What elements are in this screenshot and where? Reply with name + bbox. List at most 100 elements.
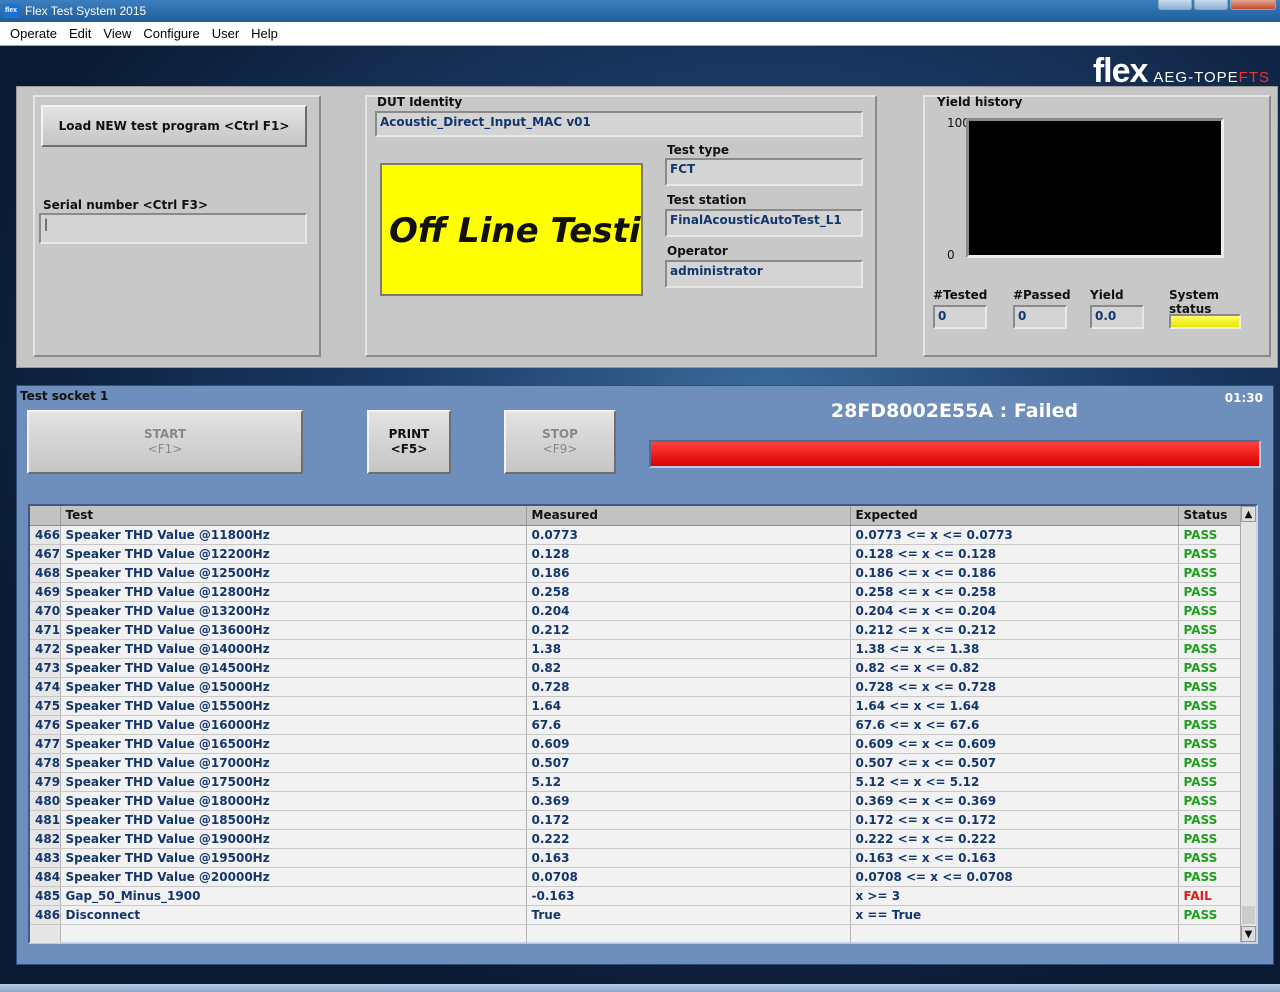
menu-edit[interactable]: Edit [63, 26, 97, 41]
table-row[interactable]: 484 Speaker THD Value @20000Hz 0.0708 0.070… [30, 867, 1243, 887]
minimize-button[interactable] [1158, 0, 1192, 10]
menu-operate[interactable]: Operate [4, 26, 63, 41]
row-measured: 0.128 [526, 544, 851, 564]
table-row[interactable]: 475 Speaker THD Value @15500Hz 1.64 1.64 <=… [30, 696, 1243, 716]
row-index: 475 [30, 696, 61, 716]
col-header-test[interactable]: Test [60, 506, 527, 526]
table-row[interactable]: 467 Speaker THD Value @12200Hz 0.128 0.128 … [30, 544, 1243, 564]
scroll-down-icon[interactable]: ▼ [1241, 926, 1256, 942]
row-measured: 0.728 [526, 677, 851, 697]
table-row[interactable]: 469 Speaker THD Value @12800Hz 0.258 0.258 … [30, 582, 1243, 602]
row-measured: 0.82 [526, 658, 851, 678]
row-index: 469 [30, 582, 61, 602]
table-row[interactable]: 479 Speaker THD Value @17500Hz 5.12 5.12 <=… [30, 772, 1243, 792]
empty-cell [526, 924, 851, 944]
row-expected: 0.163 <= x <= 0.163 [850, 848, 1179, 868]
menu-help[interactable]: Help [245, 26, 284, 41]
row-index: 473 [30, 658, 61, 678]
progress-fill [651, 442, 1259, 466]
start-button[interactable]: START <F1> [27, 410, 303, 474]
row-expected: 0.728 <= x <= 0.728 [850, 677, 1179, 697]
scroll-up-icon[interactable]: ▲ [1241, 506, 1256, 522]
empty-cell [60, 924, 527, 944]
table-row[interactable]: 473 Speaker THD Value @14500Hz 0.82 0.82 <=… [30, 658, 1243, 678]
row-index: 482 [30, 829, 61, 849]
table-row[interactable]: 478 Speaker THD Value @17000Hz 0.507 0.507 … [30, 753, 1243, 773]
row-expected: 0.172 <= x <= 0.172 [850, 810, 1179, 830]
row-expected: 1.38 <= x <= 1.38 [850, 639, 1179, 659]
system-status-label: System status [1169, 288, 1219, 316]
row-index: 477 [30, 734, 61, 754]
row-measured: 0.258 [526, 582, 851, 602]
empty-cell [30, 924, 61, 944]
serial-number-input[interactable]: | [39, 213, 307, 244]
row-status: PASS [1178, 867, 1243, 887]
row-test-name: Speaker THD Value @16000Hz [60, 715, 527, 735]
table-row[interactable]: 474 Speaker THD Value @15000Hz 0.728 0.728 … [30, 677, 1243, 697]
table-row[interactable]: 483 Speaker THD Value @19500Hz 0.163 0.163 … [30, 848, 1243, 868]
table-row[interactable]: 476 Speaker THD Value @16000Hz 67.6 67.6 <=… [30, 715, 1243, 735]
table-row[interactable]: 480 Speaker THD Value @18000Hz 0.369 0.369 … [30, 791, 1243, 811]
row-test-name: Speaker THD Value @12800Hz [60, 582, 527, 602]
table-row[interactable]: 485 Gap_50_Minus_1900 -0.163 x >= 3 FAIL [30, 886, 1243, 906]
row-expected: 0.507 <= x <= 0.507 [850, 753, 1179, 773]
row-status: PASS [1178, 715, 1243, 735]
row-index: 468 [30, 563, 61, 583]
table-row[interactable]: 482 Speaker THD Value @19000Hz 0.222 0.222 … [30, 829, 1243, 849]
row-test-name: Speaker THD Value @12200Hz [60, 544, 527, 564]
socket-title: Test socket 1 [20, 389, 109, 403]
empty-cell [1178, 924, 1243, 944]
row-index: 485 [30, 886, 61, 906]
menu-view[interactable]: View [97, 26, 137, 41]
menu-user[interactable]: User [206, 26, 245, 41]
row-expected: 67.6 <= x <= 67.6 [850, 715, 1179, 735]
scroll-thumb[interactable] [1242, 906, 1255, 924]
table-row[interactable]: 470 Speaker THD Value @13200Hz 0.204 0.204 … [30, 601, 1243, 621]
row-expected: 1.64 <= x <= 1.64 [850, 696, 1179, 716]
yield-history-graph [966, 118, 1224, 258]
row-status: PASS [1178, 582, 1243, 602]
row-index: 481 [30, 810, 61, 830]
col-header-index[interactable] [30, 506, 61, 526]
row-index: 466 [30, 525, 61, 545]
tested-count: 0 [933, 305, 987, 329]
row-measured: 0.172 [526, 810, 851, 830]
vertical-scrollbar[interactable]: ▲ ▼ [1240, 506, 1256, 942]
row-test-name: Gap_50_Minus_1900 [60, 886, 527, 906]
passed-count: 0 [1013, 305, 1067, 329]
row-test-name: Speaker THD Value @14500Hz [60, 658, 527, 678]
col-header-measured[interactable]: Measured [526, 506, 851, 526]
passed-label: #Passed [1013, 288, 1071, 302]
table-row[interactable]: 472 Speaker THD Value @14000Hz 1.38 1.38 <=… [30, 639, 1243, 659]
table-row[interactable]: 468 Speaker THD Value @12500Hz 0.186 0.186 … [30, 563, 1243, 583]
table-row[interactable]: 481 Speaker THD Value @18500Hz 0.172 0.172 … [30, 810, 1243, 830]
col-header-status[interactable]: Status [1178, 506, 1243, 526]
load-program-button[interactable]: Load NEW test program <Ctrl F1> [41, 105, 307, 147]
row-expected: 0.212 <= x <= 0.212 [850, 620, 1179, 640]
row-status: PASS [1178, 620, 1243, 640]
table-row[interactable]: 477 Speaker THD Value @16500Hz 0.609 0.609 … [30, 734, 1243, 754]
print-button[interactable]: PRINT <F5> [367, 410, 451, 474]
row-test-name: Speaker THD Value @12500Hz [60, 563, 527, 583]
row-test-name: Speaker THD Value @13600Hz [60, 620, 527, 640]
table-row[interactable]: 486 Disconnect True x == True PASS [30, 905, 1243, 925]
table-header-row: Test Measured Expected Status [30, 506, 1243, 526]
window-title: Flex Test System 2015 [25, 4, 147, 18]
row-measured: 0.369 [526, 791, 851, 811]
stop-button[interactable]: STOP <F9> [504, 410, 616, 474]
row-expected: 5.12 <= x <= 5.12 [850, 772, 1179, 792]
row-expected: 0.369 <= x <= 0.369 [850, 791, 1179, 811]
row-test-name: Speaker THD Value @18500Hz [60, 810, 527, 830]
test-station-field: FinalAcousticAutoTest_L1 [665, 209, 863, 237]
dut-identity-label: DUT Identity [377, 95, 463, 109]
row-status: PASS [1178, 753, 1243, 773]
test-type-field: FCT [665, 158, 863, 186]
table-row[interactable]: 471 Speaker THD Value @13600Hz 0.212 0.212 … [30, 620, 1243, 640]
maximize-button[interactable] [1194, 0, 1228, 10]
col-header-expected[interactable]: Expected [850, 506, 1179, 526]
menu-configure[interactable]: Configure [137, 26, 205, 41]
table-row[interactable]: 466 Speaker THD Value @11800Hz 0.0773 0.077… [30, 525, 1243, 545]
close-button[interactable] [1230, 0, 1276, 10]
title-bar: flex Flex Test System 2015 [0, 0, 1280, 22]
operator-field: administrator [665, 260, 863, 288]
